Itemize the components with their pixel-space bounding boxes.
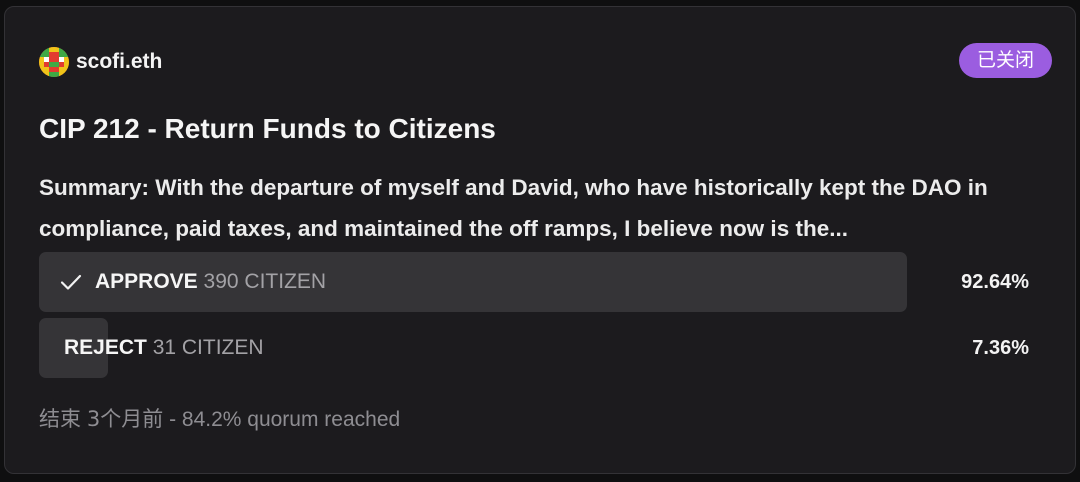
choice-percent: 7.36% (972, 337, 1029, 359)
ended-time: 3个月前 (86, 407, 164, 431)
status-badge: 已关闭 (958, 43, 1052, 78)
choice-label: APPROVE 390 CITIZEN (95, 252, 326, 312)
choice-label: REJECT 31 CITIZEN (64, 318, 264, 378)
ended-label: 结束 (39, 407, 81, 431)
proposal-title[interactable]: CIP 212 - Return Funds to Citizens (39, 113, 496, 145)
proposal-card[interactable]: scofi.eth 已关闭 CIP 212 - Return Funds to … (4, 6, 1076, 474)
choice-percent: 92.64% (961, 271, 1029, 293)
author-name[interactable]: scofi.eth (76, 50, 162, 74)
choice-count: 390 CITIZEN (203, 270, 327, 293)
choice-count: 31 CITIZEN (152, 336, 264, 359)
proposal-summary: Summary: With the departure of myself an… (39, 175, 988, 241)
choice-reject: REJECT 31 CITIZEN 7.36% (39, 318, 1029, 378)
avatar (39, 47, 69, 77)
choice-name: REJECT (64, 336, 147, 359)
choice-approve: APPROVE 390 CITIZEN 92.64% (39, 252, 1029, 312)
quorum-status: - 84.2% quorum reached (169, 408, 401, 431)
check-icon (60, 274, 82, 290)
author[interactable]: scofi.eth (39, 47, 162, 77)
proposal-footer: 结束 3个月前 - 84.2% quorum reached (39, 403, 400, 433)
choice-name: APPROVE (95, 270, 198, 293)
